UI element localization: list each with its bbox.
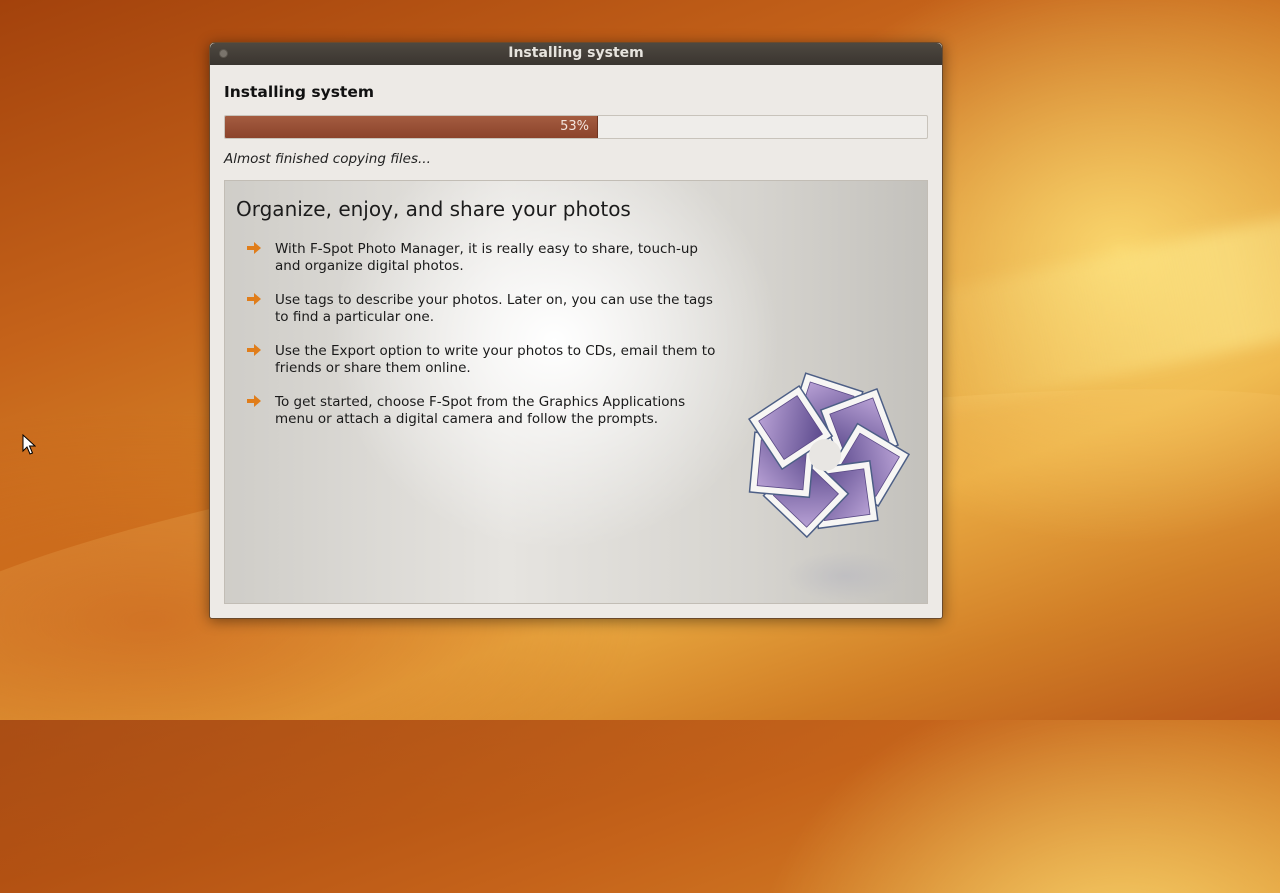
- progress-fill: 53%: [225, 116, 599, 138]
- progress-percent-label: 53%: [560, 119, 590, 134]
- slide-bullet-list: With F-Spot Photo Manager, it is really …: [243, 241, 723, 445]
- bullet-text: Use the Export option to write your phot…: [275, 343, 716, 376]
- bullet-text: To get started, choose F-Spot from the G…: [275, 394, 686, 427]
- orange-arrow-icon: [247, 395, 261, 407]
- page-title: Installing system: [224, 83, 374, 101]
- list-item: To get started, choose F-Spot from the G…: [243, 394, 723, 428]
- slideshow-panel: Organize, enjoy, and share your photos W…: [224, 180, 928, 604]
- list-item: Use the Export option to write your phot…: [243, 343, 723, 377]
- bullet-text: With F-Spot Photo Manager, it is really …: [275, 241, 698, 274]
- installer-window: Installing system Installing system 53% …: [209, 42, 943, 619]
- slide-title: Organize, enjoy, and share your photos: [236, 197, 631, 221]
- install-progress-bar: 53%: [224, 115, 928, 139]
- window-titlebar[interactable]: Installing system: [210, 43, 942, 65]
- bullet-text: Use tags to describe your photos. Later …: [275, 292, 713, 325]
- window-title: Installing system: [508, 45, 644, 61]
- status-text: Almost finished copying files...: [224, 151, 431, 167]
- logo-reflection: [785, 551, 905, 601]
- f-spot-logo-icon: [747, 372, 911, 539]
- orange-arrow-icon: [247, 242, 261, 254]
- orange-arrow-icon: [247, 344, 261, 356]
- list-item: With F-Spot Photo Manager, it is really …: [243, 241, 723, 275]
- list-item: Use tags to describe your photos. Later …: [243, 292, 723, 326]
- orange-arrow-icon: [247, 293, 261, 305]
- mouse-pointer-icon: [22, 434, 36, 455]
